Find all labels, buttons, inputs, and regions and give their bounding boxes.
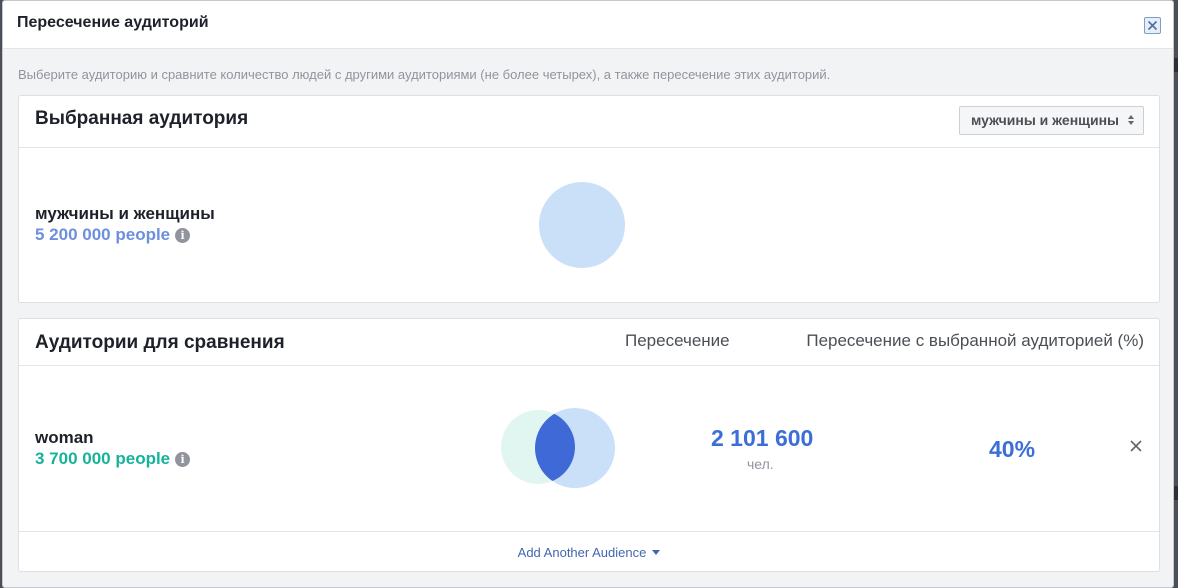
add-audience-link[interactable]: Add Another Audience xyxy=(19,545,1159,560)
dialog-header: Пересечение аудиторий xyxy=(3,1,1173,49)
selected-audience-card: Выбранная аудитория мужчины и женщины му… xyxy=(18,95,1160,303)
audience-count: 3 700 000 people xyxy=(35,449,171,468)
close-button[interactable] xyxy=(1144,17,1161,34)
comparison-card: Аудитории для сравнения Пересечение Пере… xyxy=(18,318,1160,572)
divider xyxy=(19,531,1159,532)
audience-count: 5 200 000 people xyxy=(35,225,171,244)
audience-overlap-dialog: Пересечение аудиторий Выберите аудиторию… xyxy=(2,0,1174,588)
selected-audience-name: мужчины и женщины xyxy=(35,204,215,223)
selector-value: мужчины и женщины xyxy=(970,112,1119,128)
section-title: Выбранная аудитория xyxy=(35,108,249,129)
close-icon xyxy=(1147,20,1158,31)
instruction-text: Выберите аудиторию и сравните количество… xyxy=(18,67,831,82)
card-header: Выбранная аудитория мужчины и женщины xyxy=(19,96,1159,148)
overlap-unit: чел. xyxy=(747,456,774,472)
sort-arrows-icon xyxy=(1128,115,1134,125)
compare-audience-name: woman xyxy=(35,428,94,447)
audience-selector[interactable]: мужчины и женщины xyxy=(958,106,1144,135)
section-title: Аудитории для сравнения xyxy=(35,332,285,353)
selected-audience-circle xyxy=(539,182,625,268)
selected-audience-size: 5 200 000 people i xyxy=(35,225,191,245)
info-icon[interactable]: i xyxy=(175,451,191,467)
add-audience-label: Add Another Audience xyxy=(517,545,647,560)
background-edge xyxy=(1174,486,1178,500)
column-header-overlap: Пересечение xyxy=(625,331,730,350)
remove-icon[interactable] xyxy=(1129,439,1143,453)
card-header: Аудитории для сравнения Пересечение Пере… xyxy=(19,319,1159,366)
column-header-overlap-pct: Пересечение с выбранной аудиторией (%) xyxy=(806,331,1144,350)
overlap-venn-diagram xyxy=(501,408,615,488)
dialog-title: Пересечение аудиторий xyxy=(17,14,209,31)
overlap-count: 2 101 600 xyxy=(711,425,814,451)
compare-audience-size: 3 700 000 people i xyxy=(35,449,191,469)
overlap-percent: 40% xyxy=(989,436,1036,462)
info-icon[interactable]: i xyxy=(175,227,191,243)
caret-down-icon xyxy=(652,550,661,555)
background-edge xyxy=(1174,58,1178,72)
